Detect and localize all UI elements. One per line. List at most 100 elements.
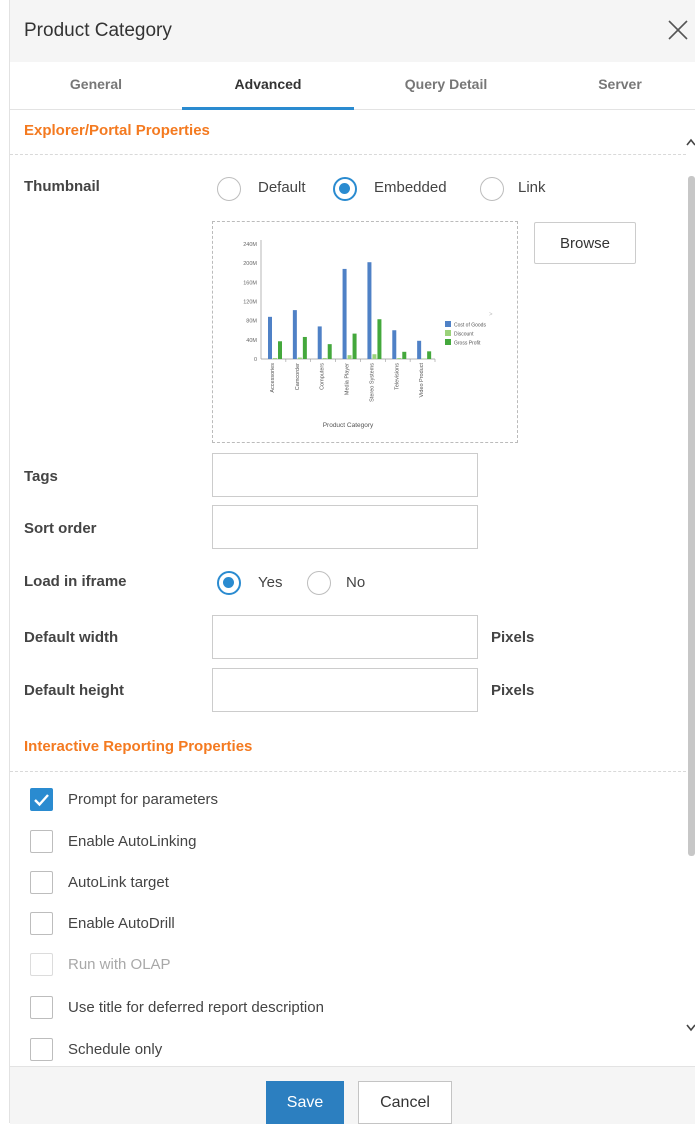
y-tick-label: 80M [246,319,257,325]
y-tick-label: 240M [243,242,257,248]
legend-label: Discount [454,332,474,338]
iframe-no-radio[interactable] [307,571,331,595]
scroll-up-icon[interactable] [685,136,695,148]
scrollbar[interactable] [685,116,695,956]
default-height-unit: Pixels [491,682,534,699]
thumbnail-label: Thumbnail [24,178,100,195]
checkmark-icon [31,789,52,810]
schedule-only-label: Schedule only [68,1041,162,1058]
thumbnail-link-label: Link [518,179,546,196]
thumbnail-chart: 0 40M 80M 120M 160M 200M 240M Accessories Camcor… [213,222,517,442]
bar-cost-of-goods [417,341,421,359]
x-tick-label: Computers [320,363,326,390]
interactive-section-title: Interactive Reporting Properties [24,738,252,755]
section-divider [10,771,686,772]
x-tick-label: Camcorder [295,363,301,390]
bar-gross-profit [402,352,406,359]
default-width-unit: Pixels [491,629,534,646]
tab-bar: General Advanced Query Detail Server [10,62,695,110]
dialog-header: Product Category [10,0,695,63]
thumbnail-default-label: Default [258,179,306,196]
bar-cost-of-goods [293,310,297,359]
autolink-target-checkbox[interactable] [30,871,53,894]
legend-swatch [445,321,451,327]
enable-autolinking-label: Enable AutoLinking [68,833,196,850]
use-title-deferred-label: Use title for deferred report descriptio… [68,999,324,1016]
browse-button[interactable]: Browse [534,222,636,264]
dialog-footer: Save Cancel [10,1066,695,1124]
use-title-deferred-checkbox[interactable] [30,996,53,1019]
iframe-no-label: No [346,574,365,591]
dialog-title: Product Category [24,20,172,42]
advanced-panel: Explorer/Portal Properties Thumbnail Def… [10,110,695,1066]
thumbnail-embedded-radio[interactable] [333,177,357,201]
prompt-for-parameters-checkbox[interactable] [30,788,53,811]
sort-order-input[interactable] [212,505,478,549]
tab-advanced[interactable]: Advanced [182,62,354,109]
save-button[interactable]: Save [266,1081,344,1124]
tab-general[interactable]: General [26,62,166,109]
tab-server[interactable]: Server [550,62,690,109]
default-width-label: Default width [24,629,118,646]
tags-input[interactable] [212,453,478,497]
y-tick-label: 160M [243,280,257,286]
bar-discount [348,355,352,359]
bar-cost-of-goods [268,317,272,359]
legend-label: Gross Profit [454,341,481,347]
run-with-olap-label: Run with OLAP [68,956,171,973]
scroll-down-icon[interactable] [685,1022,695,1034]
default-height-label: Default height [24,682,124,699]
tab-query-detail[interactable]: Query Detail [376,62,516,109]
default-height-input[interactable] [212,668,478,712]
thumbnail-preview: 0 40M 80M 120M 160M 200M 240M Accessories Camcor… [212,221,518,443]
schedule-only-checkbox[interactable] [30,1038,53,1061]
y-tick-label: 40M [246,338,257,344]
bar-cost-of-goods [367,262,371,359]
bar-gross-profit [353,334,357,359]
bar-cost-of-goods [392,330,396,359]
iframe-yes-radio[interactable] [217,571,241,595]
y-tick-label: 120M [243,300,257,306]
load-in-iframe-label: Load in iframe [24,573,127,590]
sort-order-label: Sort order [24,520,97,537]
x-tick-label: Accessories [270,363,276,393]
x-tick-label: Media Player [345,363,351,395]
explorer-section-title: Explorer/Portal Properties [24,122,210,139]
bar-gross-profit [303,337,307,359]
cancel-button[interactable]: Cancel [358,1081,452,1124]
scrollbar-thumb[interactable] [688,176,695,856]
x-tick-label: Televisions [394,363,400,390]
enable-autodrill-label: Enable AutoDrill [68,915,175,932]
default-width-input[interactable] [212,615,478,659]
legend-scroll-icon: > [489,312,493,318]
iframe-yes-label: Yes [258,574,282,591]
bar-gross-profit [377,319,381,359]
bar-discount [298,358,302,359]
autolink-target-label: AutoLink target [68,874,169,891]
x-tick-label: Stereo Systems [369,363,375,402]
bar-discount [323,358,327,359]
bar-gross-profit [278,341,282,359]
bar-discount [372,354,376,359]
tags-label: Tags [24,468,58,485]
x-tick-label: Video Product [419,363,425,398]
bar-cost-of-goods [318,326,322,359]
thumbnail-default-radio[interactable] [217,177,241,201]
prompt-for-parameters-label: Prompt for parameters [68,791,218,808]
legend-swatch [445,339,451,345]
bar-discount [273,358,277,359]
legend-swatch [445,330,451,336]
section-divider [10,154,686,155]
product-category-dialog: Product Category General Advanced Query … [9,0,695,1123]
y-tick-label: 200M [243,261,257,267]
enable-autodrill-checkbox[interactable] [30,912,53,935]
close-icon[interactable] [666,18,690,42]
enable-autolinking-checkbox[interactable] [30,830,53,853]
bar-gross-profit [328,344,332,359]
x-axis-title: Product Category [323,422,374,429]
legend-label: Cost of Goods [454,323,486,329]
y-tick-label: 0 [254,357,257,363]
thumbnail-link-radio[interactable] [480,177,504,201]
bar-gross-profit [427,351,431,359]
run-with-olap-checkbox [30,953,53,976]
